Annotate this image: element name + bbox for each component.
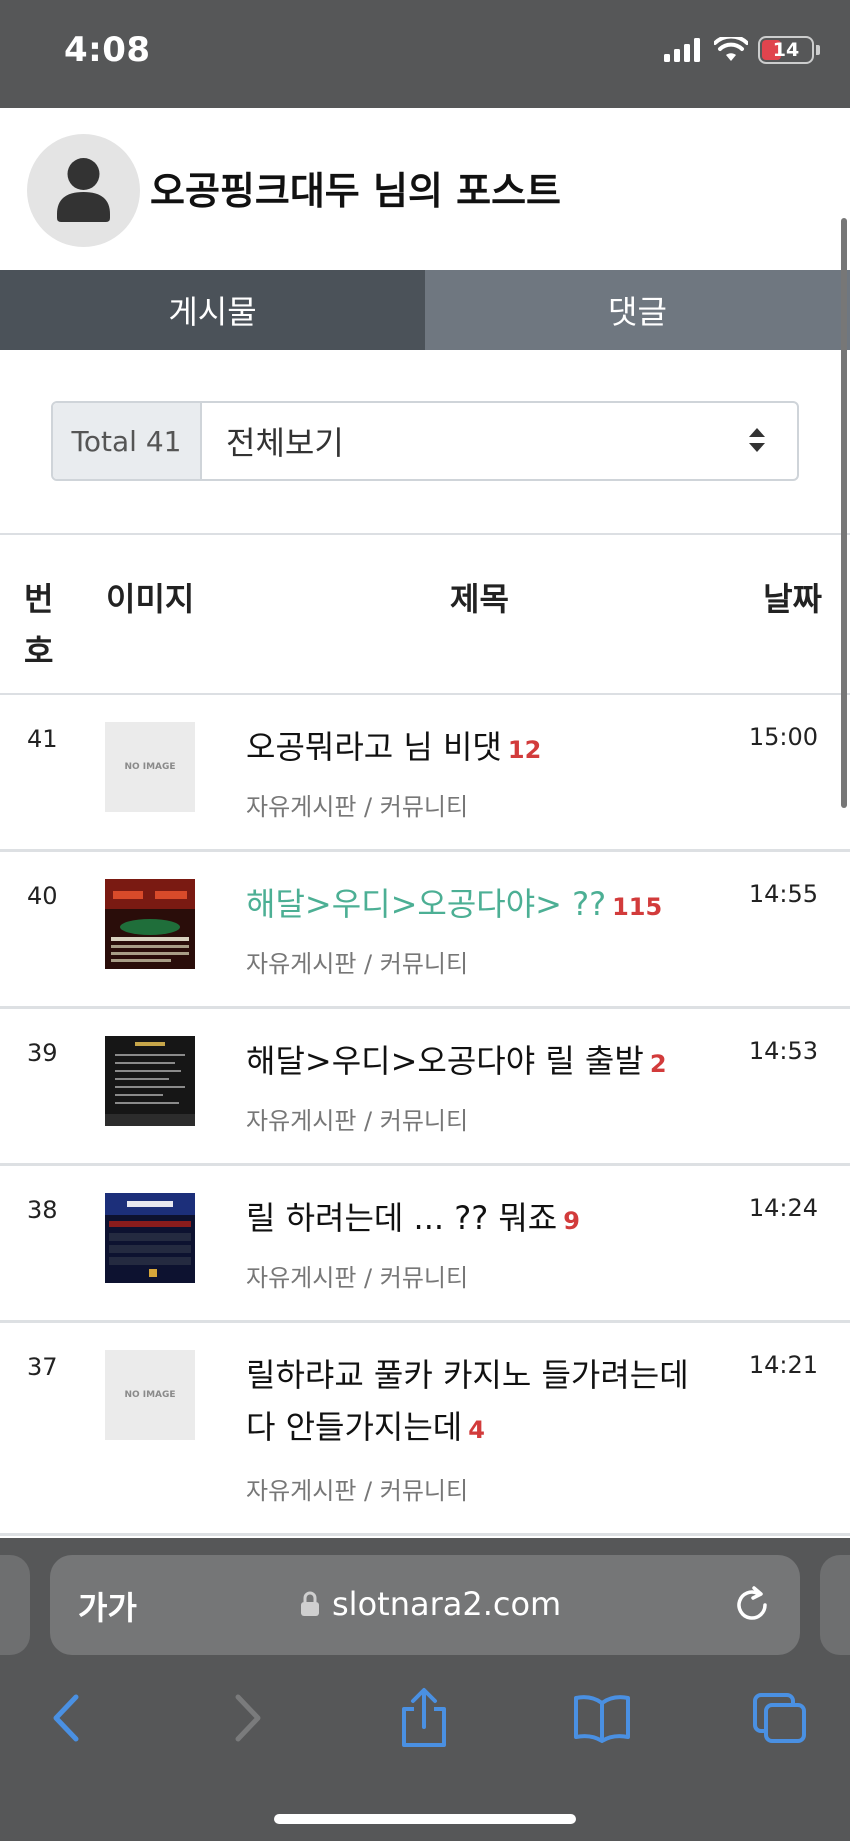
row-number: 39 [27, 1039, 58, 1067]
signal-icon [664, 38, 700, 62]
post-title: 오공뭐라고 님 비댓 [246, 728, 502, 766]
total-count-label: Total 41 [53, 403, 202, 479]
category-select-value: 전체보기 [226, 424, 344, 462]
comment-count: 115 [612, 893, 663, 921]
lock-icon [301, 1591, 319, 1616]
avatar [27, 134, 140, 247]
table-row[interactable]: 38 릴 하려는데 ... ?? 뭐죠 9 자유게시판 / 커뮤니티 14:24 [0, 1166, 850, 1323]
row-number: 41 [27, 725, 58, 753]
post-title: 릴 하려는데 ... ?? 뭐죠 [246, 1199, 558, 1237]
post-time: 14:53 [748, 1037, 818, 1065]
table-row[interactable]: 41 NO IMAGE 오공뭐라고 님 비댓 12 자유게시판 / 커뮤니티 15… [0, 695, 850, 852]
post-title: 해달>우디>오공다야 릴 출발 [246, 1042, 644, 1080]
browser-bar: 가가 slotnara2.com [0, 1538, 850, 1841]
forward-button[interactable] [218, 1688, 278, 1748]
tab-posts[interactable]: 게시물 [0, 270, 425, 350]
page-title: 오공핑크대두 님의 포스트 [150, 169, 562, 213]
post-table: 번호 이미지 제목 날짜 41 NO IMAGE 오공뭐라고 님 비댓 12 자유… [0, 533, 850, 1536]
post-title-link[interactable]: 오공뭐라고 님 비댓 12 [246, 721, 726, 776]
table-header: 번호 이미지 제목 날짜 [0, 533, 850, 695]
address-bar[interactable]: 가가 slotnara2.com [50, 1555, 800, 1655]
board-name: 자유게시판 / 커뮤니티 [246, 1107, 469, 1135]
previous-tab-preview[interactable] [0, 1555, 30, 1655]
post-time: 14:21 [748, 1351, 818, 1379]
page-content: 오공핑크대두 님의 포스트 게시물 댓글 Total 41 전체보기 번호 이미… [0, 108, 850, 1538]
thumbnail-image [105, 1036, 195, 1126]
comment-count: 4 [468, 1416, 485, 1444]
battery-level: 14 [772, 39, 800, 61]
tabs-icon [753, 1693, 806, 1743]
post-title-link[interactable]: 해달>우디>오공다야> ?? 115 [246, 878, 726, 933]
post-title-link[interactable]: 릴 하려는데 ... ?? 뭐죠 9 [246, 1192, 726, 1247]
select-arrows-icon [749, 428, 765, 452]
url-text: slotnara2.com [332, 1585, 562, 1623]
post-title: 해달>우디>오공다야> ?? [246, 885, 607, 923]
board-name: 자유게시판 / 커뮤니티 [246, 793, 469, 821]
user-icon [57, 158, 110, 222]
post-time: 15:00 [748, 723, 818, 751]
thumbnail-image [105, 879, 195, 969]
header-image: 이미지 [106, 580, 195, 618]
board-name: 자유게시판 / 커뮤니티 [246, 950, 469, 978]
battery-tip [816, 45, 820, 55]
board-name: 자유게시판 / 커뮤니티 [246, 1264, 469, 1292]
battery-icon: 14 [758, 36, 814, 64]
status-time: 4:08 [64, 30, 151, 70]
header-num: 번호 [24, 580, 54, 670]
url-display[interactable]: slotnara2.com [300, 1585, 561, 1623]
post-title-link[interactable]: 릴하랴교 풀카 카지노 들가려는데 다 안들가지는데 4 [246, 1349, 726, 1456]
post-time: 14:24 [748, 1194, 818, 1222]
no-image-placeholder: NO IMAGE [124, 1390, 176, 1400]
wifi-icon [714, 37, 748, 61]
no-image-placeholder: NO IMAGE [124, 762, 176, 772]
post-time: 14:55 [748, 880, 818, 908]
profile-header: 오공핑크대두 님의 포스트 [0, 108, 850, 270]
tab-bar: 게시물 댓글 [0, 270, 850, 350]
tab-comments[interactable]: 댓글 [425, 270, 850, 350]
share-button[interactable] [394, 1688, 454, 1748]
chevron-right-icon [235, 1694, 261, 1742]
board-name: 자유게시판 / 커뮤니티 [246, 1477, 469, 1505]
comment-count: 9 [563, 1207, 580, 1235]
comment-count: 12 [507, 736, 542, 764]
post-thumbnail[interactable]: NO IMAGE [105, 1350, 195, 1440]
tabs-button[interactable] [750, 1688, 810, 1748]
row-number: 37 [27, 1353, 58, 1381]
chevron-left-icon [53, 1694, 79, 1742]
table-row[interactable]: 39 해달>우디>오공다야 릴 출발 2 자유게시판 / 커뮤니티 14:53 [0, 1009, 850, 1166]
status-bar: 4:08 14 [0, 0, 850, 108]
category-select[interactable]: 전체보기 [202, 403, 797, 479]
browser-toolbar [0, 1688, 850, 1768]
thumbnail-image [105, 1193, 195, 1283]
scrollbar[interactable] [841, 218, 847, 808]
post-title-link[interactable]: 해달>우디>오공다야 릴 출발 2 [246, 1035, 726, 1090]
header-date: 날짜 [763, 580, 822, 618]
bookmarks-button[interactable] [572, 1688, 632, 1748]
text-size-label: 가가 [78, 1589, 137, 1627]
share-icon [402, 1688, 446, 1747]
book-icon [574, 1695, 630, 1743]
filter-group: Total 41 전체보기 [51, 401, 799, 481]
next-tab-preview[interactable] [820, 1555, 850, 1655]
row-number: 40 [27, 882, 58, 910]
post-thumbnail[interactable] [105, 1036, 195, 1126]
back-button[interactable] [36, 1688, 96, 1748]
comment-count: 2 [649, 1050, 667, 1078]
table-row[interactable]: 40 해달>우디>오공다야> ?? 115 자유게시판 / 커뮤니티 14:55 [0, 852, 850, 1009]
text-size-button[interactable]: 가가 [78, 1583, 137, 1629]
home-indicator[interactable] [274, 1814, 576, 1824]
table-row[interactable]: 37 NO IMAGE 릴하랴교 풀카 카지노 들가려는데 다 안들가지는데 4 … [0, 1323, 850, 1536]
post-thumbnail[interactable]: NO IMAGE [105, 722, 195, 812]
reload-icon[interactable] [732, 1585, 772, 1625]
header-title: 제목 [450, 580, 509, 618]
post-thumbnail[interactable] [105, 879, 195, 969]
row-number: 38 [27, 1196, 58, 1224]
post-thumbnail[interactable] [105, 1193, 195, 1283]
status-icons: 14 [664, 36, 820, 64]
